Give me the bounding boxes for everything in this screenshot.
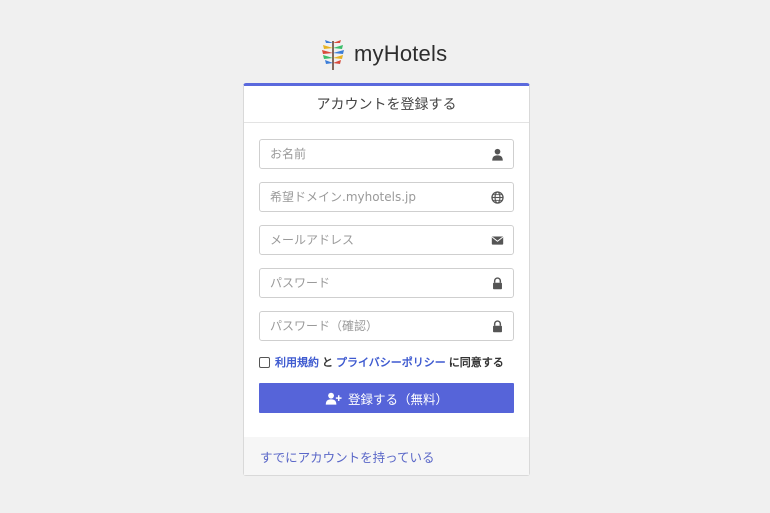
signup-card: アカウントを登録する お名前 希望ドメイン.myhotels.jp メールアドレ… (243, 83, 530, 476)
register-button[interactable]: 登録する（無料） (259, 383, 514, 413)
palm-leaf-logo-icon (322, 40, 344, 70)
card-footer: すでにアカウントを持っている (244, 437, 529, 475)
login-link[interactable]: すでにアカウントを持っている (260, 447, 435, 466)
signup-form: 利用規約 と プライバシーポリシー に同意する 登録する（無料） (244, 123, 529, 413)
brand-name: myHotels (354, 41, 448, 66)
globe-icon (491, 191, 504, 204)
register-button-label: 登録する（無料） (347, 391, 448, 407)
email-field[interactable] (259, 225, 514, 255)
name-field[interactable] (259, 139, 514, 169)
terms-agreement: 利用規約 と プライバシーポリシー に同意する (259, 354, 514, 370)
user-icon (492, 148, 503, 161)
user-plus-icon (325, 392, 342, 405)
envelope-icon (491, 236, 504, 245)
domain-input[interactable] (260, 183, 513, 211)
password-confirm-input[interactable] (260, 312, 513, 340)
domain-field[interactable] (259, 182, 514, 212)
lock-icon (493, 277, 502, 290)
brand-logo: myHotels (320, 37, 447, 71)
name-input[interactable] (260, 140, 513, 168)
terms-link[interactable]: 利用規約 (275, 354, 319, 370)
password-input[interactable] (260, 269, 513, 297)
terms-suffix-text: に同意する (448, 356, 504, 369)
password-field[interactable] (259, 268, 514, 298)
lock-icon (493, 320, 502, 333)
terms-and-text: と (322, 356, 333, 369)
privacy-policy-link[interactable]: プライバシーポリシー (336, 354, 446, 370)
password-confirm-field[interactable] (259, 311, 514, 341)
terms-checkbox[interactable] (259, 356, 270, 368)
email-input[interactable] (260, 226, 513, 254)
card-title: アカウントを登録する (244, 86, 529, 123)
